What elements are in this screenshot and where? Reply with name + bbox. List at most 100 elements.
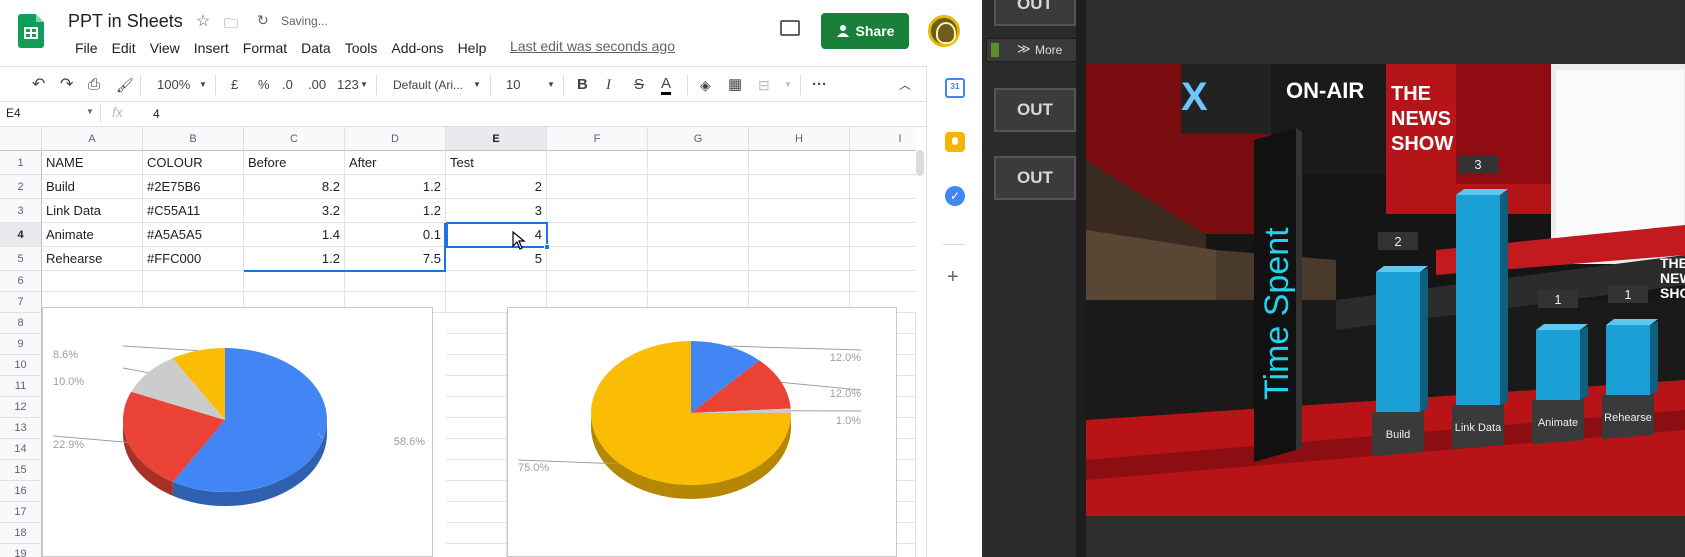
empty-cell[interactable] bbox=[446, 481, 507, 502]
calendar-icon[interactable]: 31 bbox=[945, 78, 965, 98]
header-cell[interactable]: After bbox=[345, 151, 446, 175]
header-cell[interactable]: NAME bbox=[42, 151, 143, 175]
select-all-corner[interactable] bbox=[0, 127, 42, 151]
empty-cell[interactable] bbox=[850, 175, 916, 199]
table-cell[interactable]: 3.2 bbox=[244, 199, 345, 223]
merge-cells-icon[interactable]: ⊟ bbox=[758, 75, 770, 95]
row-header[interactable]: 9 bbox=[0, 334, 42, 355]
undo-icon[interactable]: ↶ bbox=[32, 75, 45, 95]
pie-chart-after[interactable]: 12.0% 12.0% 1.0% 75.0% bbox=[507, 307, 897, 557]
row-header[interactable]: 10 bbox=[0, 355, 42, 376]
empty-cell[interactable] bbox=[648, 151, 749, 175]
keep-icon[interactable] bbox=[945, 132, 965, 152]
italic-button[interactable]: I bbox=[606, 75, 611, 95]
font-size-caret-icon[interactable]: ▼ bbox=[547, 75, 555, 95]
empty-cell[interactable] bbox=[547, 175, 648, 199]
empty-cell[interactable] bbox=[547, 271, 648, 292]
empty-cell[interactable] bbox=[749, 199, 850, 223]
menu-addons[interactable]: Add-ons bbox=[384, 38, 450, 58]
row-header[interactable]: 7 bbox=[0, 292, 42, 313]
menu-file[interactable]: File bbox=[68, 38, 105, 58]
sheets-logo-icon[interactable] bbox=[18, 14, 44, 48]
empty-cell[interactable] bbox=[648, 247, 749, 271]
header-cell[interactable]: Before bbox=[244, 151, 345, 175]
tasks-icon[interactable]: ✓ bbox=[945, 186, 965, 206]
empty-cell[interactable] bbox=[749, 223, 850, 247]
empty-cell[interactable] bbox=[749, 151, 850, 175]
empty-cell[interactable] bbox=[850, 247, 916, 271]
header-cell[interactable]: COLOUR bbox=[143, 151, 244, 175]
empty-cell[interactable] bbox=[648, 223, 749, 247]
comment-history-icon[interactable] bbox=[780, 20, 800, 36]
table-cell[interactable]: 3 bbox=[446, 199, 547, 223]
table-cell[interactable]: 5 bbox=[446, 247, 547, 271]
paint-format-icon[interactable]: 🖌 bbox=[116, 75, 134, 95]
fill-color-icon[interactable]: ◈ bbox=[700, 75, 711, 95]
table-cell[interactable]: 1.2 bbox=[345, 199, 446, 223]
empty-cell[interactable] bbox=[446, 376, 507, 397]
column-header[interactable]: I bbox=[850, 127, 916, 151]
empty-cell[interactable] bbox=[648, 199, 749, 223]
merge-caret-icon[interactable]: ▼ bbox=[784, 75, 792, 95]
out-button[interactable]: OUT bbox=[994, 88, 1076, 132]
table-cell[interactable]: #C55A11 bbox=[143, 199, 244, 223]
font-select[interactable]: Default (Ari... bbox=[393, 75, 463, 95]
menu-format[interactable]: Format bbox=[236, 38, 294, 58]
row-header[interactable]: 19 bbox=[0, 544, 42, 557]
row-header[interactable]: 11 bbox=[0, 376, 42, 397]
menu-edit[interactable]: Edit bbox=[105, 38, 143, 58]
collapse-toolbar-icon[interactable]: ︿ bbox=[899, 75, 911, 95]
row-header[interactable]: 6 bbox=[0, 271, 42, 292]
empty-cell[interactable] bbox=[547, 151, 648, 175]
empty-cell[interactable] bbox=[648, 271, 749, 292]
table-cell[interactable]: Rehearse bbox=[42, 247, 143, 271]
table-cell[interactable]: 1.2 bbox=[244, 247, 345, 271]
empty-cell[interactable] bbox=[446, 460, 507, 481]
empty-cell[interactable] bbox=[850, 151, 916, 175]
empty-cell[interactable] bbox=[446, 271, 547, 292]
empty-cell[interactable] bbox=[547, 247, 648, 271]
menu-data[interactable]: Data bbox=[294, 38, 338, 58]
share-button[interactable]: Share bbox=[821, 13, 909, 49]
star-icon[interactable]: ☆ bbox=[196, 11, 210, 31]
table-cell[interactable]: 7.5 bbox=[345, 247, 446, 271]
table-cell[interactable]: 1.4 bbox=[244, 223, 345, 247]
empty-cell[interactable] bbox=[850, 199, 916, 223]
print-icon[interactable]: ⎙ bbox=[88, 75, 100, 95]
row-header[interactable]: 3 bbox=[0, 199, 42, 223]
row-header[interactable]: 18 bbox=[0, 523, 42, 544]
formula-input[interactable]: 4 bbox=[153, 107, 160, 121]
row-header[interactable]: 12 bbox=[0, 397, 42, 418]
empty-cell[interactable] bbox=[143, 271, 244, 292]
row-header[interactable]: 14 bbox=[0, 439, 42, 460]
menu-tools[interactable]: Tools bbox=[338, 38, 385, 58]
table-cell[interactable]: Build bbox=[42, 175, 143, 199]
empty-cell[interactable] bbox=[648, 175, 749, 199]
row-header[interactable]: 16 bbox=[0, 481, 42, 502]
table-cell[interactable]: 8.2 bbox=[244, 175, 345, 199]
table-cell[interactable]: #2E75B6 bbox=[143, 175, 244, 199]
table-cell[interactable]: 2 bbox=[446, 175, 547, 199]
empty-cell[interactable] bbox=[749, 247, 850, 271]
row-header[interactable]: 2 bbox=[0, 175, 42, 199]
fill-handle[interactable] bbox=[544, 244, 550, 250]
empty-cell[interactable] bbox=[446, 439, 507, 460]
bold-button[interactable]: B bbox=[577, 75, 588, 95]
add-addon-icon[interactable]: + bbox=[947, 266, 959, 289]
out-button[interactable]: OUT bbox=[994, 156, 1076, 200]
table-cell[interactable]: #A5A5A5 bbox=[143, 223, 244, 247]
more-formats-caret-icon[interactable]: ▼ bbox=[360, 75, 368, 95]
menu-view[interactable]: View bbox=[143, 38, 187, 58]
empty-cell[interactable] bbox=[244, 271, 345, 292]
empty-cell[interactable] bbox=[446, 397, 507, 418]
text-color-button[interactable]: A bbox=[661, 75, 672, 95]
zoom-caret-icon[interactable]: ▼ bbox=[199, 75, 207, 95]
empty-cell[interactable] bbox=[446, 334, 507, 355]
zoom-select[interactable]: 100% bbox=[157, 75, 190, 95]
row-header[interactable]: 8 bbox=[0, 313, 42, 334]
strikethrough-button[interactable]: S bbox=[634, 75, 644, 95]
move-folder-icon[interactable]: 🗀 bbox=[224, 13, 238, 37]
table-cell[interactable]: Link Data bbox=[42, 199, 143, 223]
currency-format-button[interactable]: £ bbox=[231, 75, 238, 95]
column-header[interactable]: G bbox=[648, 127, 749, 151]
